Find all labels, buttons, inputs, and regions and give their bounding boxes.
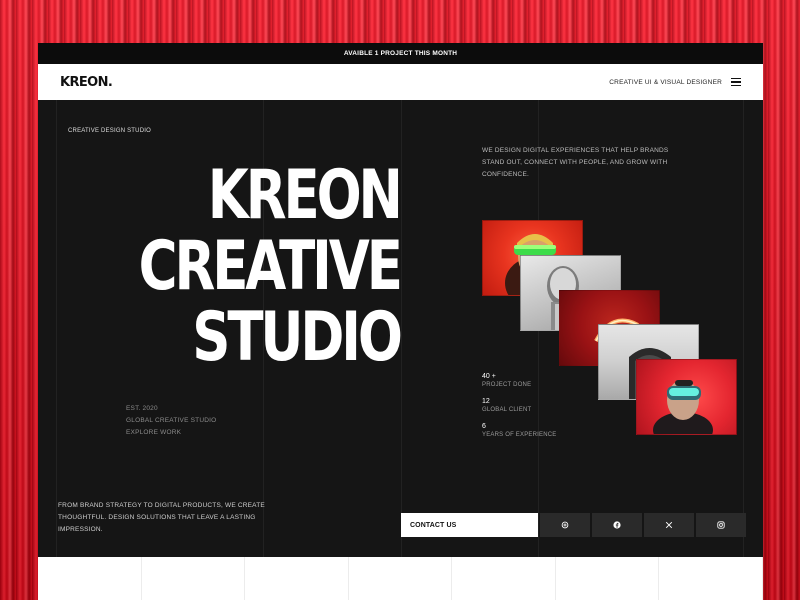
established-text: EST. 2020 (126, 405, 158, 412)
announcement-text: AVAIBLE 1 PROJECT THIS MONTH (343, 50, 458, 57)
cta-row: CONTACT US (401, 513, 746, 537)
stat-label: GLOBAL CLIENT (482, 407, 532, 413)
stat-item: 40 + PROJECT DONE (482, 372, 557, 390)
hero-headline: KREON CREATIVE STUDIO (65, 156, 403, 377)
intro-paragraph: FROM BRAND STRATEGY TO DIGITAL PRODUCTS,… (58, 502, 265, 533)
headline-line-1: KREON (207, 156, 403, 235)
next-section-strip (38, 557, 763, 600)
grid-line (401, 100, 402, 557)
studio-text: GLOBAL CREATIVE STUDIO (126, 417, 217, 424)
grid-line (743, 100, 744, 557)
stat-value: 12 (482, 398, 490, 405)
stat-item: 12 GLOBAL CLIENT (482, 397, 557, 415)
instagram-icon (717, 521, 725, 529)
hamburger-menu-icon[interactable] (731, 78, 741, 86)
navbar: KREON. CREATIVE UI & VISUAL DESIGNER (38, 64, 763, 100)
x-button[interactable] (644, 513, 694, 537)
headline-line-2: CREATIVE (138, 227, 403, 306)
hero-tagline: WE DESIGN DIGITAL EXPERIENCES THAT HELP … (482, 147, 669, 178)
stat-value: 6 (482, 423, 486, 430)
nav-tagline: CREATIVE UI & VISUAL DESIGNER (609, 78, 722, 86)
stat-value: 40 + (482, 373, 496, 380)
explore-work-link[interactable]: EXPLORE WORK (126, 427, 216, 439)
threads-icon (561, 521, 569, 529)
stats-list: 40 + PROJECT DONE 12 GLOBAL CLIENT 6 YEA… (482, 372, 557, 447)
threads-button[interactable] (540, 513, 590, 537)
facebook-icon (613, 521, 621, 529)
announcement-bar: AVAIBLE 1 PROJECT THIS MONTH (38, 43, 763, 64)
portfolio-image-vr-headset[interactable] (636, 359, 737, 435)
headline-line-3: STUDIO (192, 298, 403, 377)
eyebrow-text: CREATIVE DESIGN STUDIO (68, 128, 151, 134)
studio-meta: EST. 2020 GLOBAL CREATIVE STUDIO EXPLORE… (126, 403, 216, 439)
website-frame: AVAIBLE 1 PROJECT THIS MONTH KREON. CREA… (38, 43, 763, 600)
instagram-button[interactable] (696, 513, 746, 537)
nav-right: CREATIVE UI & VISUAL DESIGNER (609, 78, 741, 86)
x-icon (665, 521, 673, 529)
facebook-button[interactable] (592, 513, 642, 537)
stat-item: 6 YEARS OF EXPERIENCE (482, 422, 557, 440)
stat-label: PROJECT DONE (482, 382, 532, 388)
hero-section: CREATIVE DESIGN STUDIO KREON CREATIVE ST… (38, 100, 763, 557)
contact-us-button[interactable]: CONTACT US (401, 513, 538, 537)
stat-label: YEARS OF EXPERIENCE (482, 432, 557, 438)
grid-line (56, 100, 57, 557)
logo[interactable]: KREON. (60, 74, 113, 90)
